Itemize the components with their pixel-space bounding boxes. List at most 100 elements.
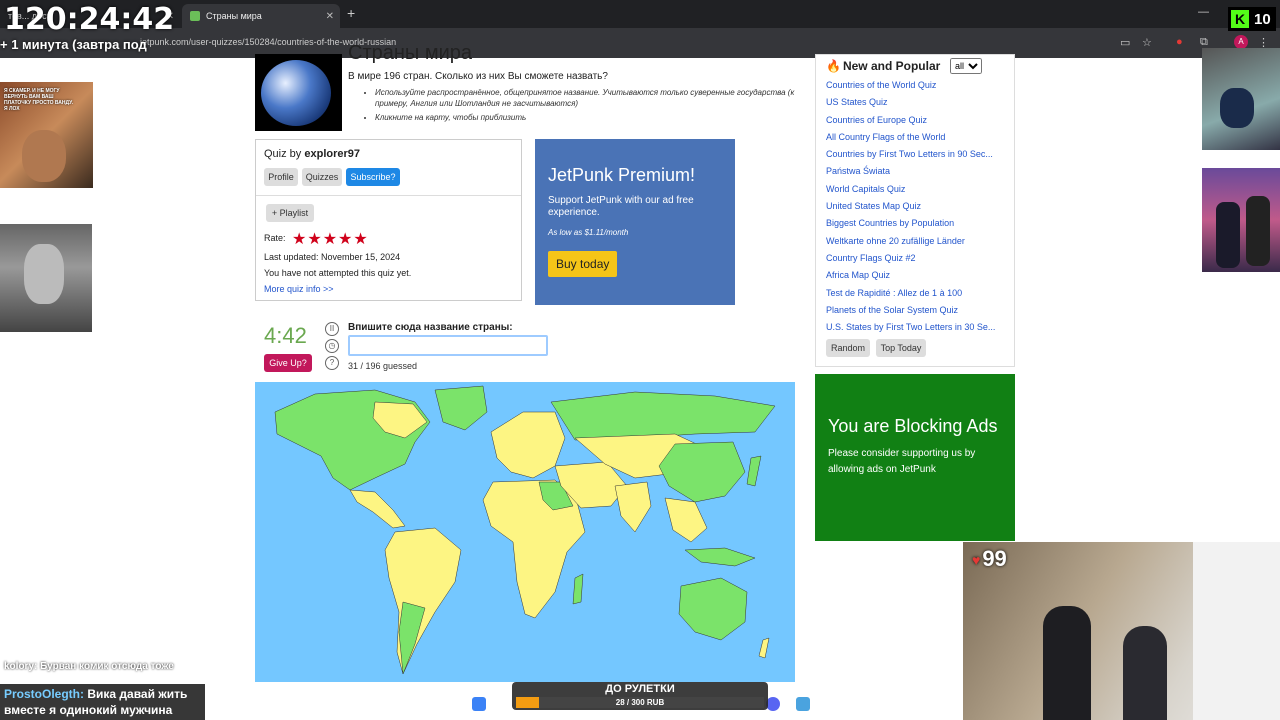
map-region-india[interactable]: [614, 481, 652, 533]
kick-viewer-badge: K 10: [1228, 7, 1276, 31]
tab-bar: тов... дост✕ Страны мира✕ + — ✕: [0, 0, 1280, 28]
person-image: [24, 244, 64, 304]
world-map-svg[interactable]: [255, 382, 795, 682]
page-title: Страны мира: [348, 42, 472, 64]
new-tab-icon[interactable]: +: [347, 5, 355, 21]
donation-goal: ДО РУЛЕТКИ 28 / 300 RUB: [512, 682, 768, 710]
top-today-button[interactable]: Top Today: [876, 339, 926, 357]
list-item[interactable]: Countries by First Two Letters in 90 Sec…: [826, 148, 1008, 165]
add-playlist-button[interactable]: + Playlist: [266, 204, 314, 222]
camera-caption: Я СКАМЕР. И НЕ МОГУ ВЕРНУТЬ ВАМ ВАШ ПЛАТ…: [4, 88, 73, 112]
profile-avatar[interactable]: A: [1234, 35, 1248, 49]
quiz-author: Quiz by explorer97: [264, 148, 360, 160]
map-region-south-america[interactable]: [384, 527, 462, 675]
person-image: [1220, 88, 1254, 128]
goal-title: ДО РУЛЕТКИ: [605, 683, 675, 695]
chat-text: Бурван комик отсюда тоже: [40, 661, 174, 672]
adblock-heading: You are Blocking Ads: [828, 416, 998, 436]
minimize-icon[interactable]: —: [1198, 6, 1209, 18]
clock-icon[interactable]: ◷: [325, 339, 339, 353]
chat-message: kolory: Бурван комик отсюда тоже: [4, 661, 174, 672]
map-region-argentina[interactable]: [398, 601, 426, 675]
list-item[interactable]: US States Quiz: [826, 96, 1008, 113]
quizzes-button[interactable]: Quizzes: [302, 168, 342, 186]
camera-feed-1: Я СКАМЕР. И НЕ МОГУ ВЕРНУТЬ ВАМ ВАШ ПЛАТ…: [0, 82, 93, 188]
earth-image: [255, 54, 342, 131]
list-item[interactable]: Weltkarte ohne 20 zufällige Länder: [826, 235, 1008, 252]
map-region-japan[interactable]: [746, 455, 762, 487]
person-image: [1216, 202, 1240, 268]
list-item[interactable]: Countries of Europe Quiz: [826, 114, 1008, 131]
buy-today-button[interactable]: Buy today: [548, 251, 618, 277]
pause-icon[interactable]: II: [325, 322, 339, 336]
panel-heading-text: New and Popular: [842, 59, 941, 73]
filter-select[interactable]: all: [950, 58, 982, 74]
world-map[interactable]: [255, 382, 795, 682]
like-count: 99: [982, 546, 1007, 571]
goal-amount: 28 / 300 RUB: [615, 698, 665, 707]
quiz-intro: В мире 196 стран. Сколько из них Вы смож…: [348, 71, 608, 82]
subathon-timer: 120:24:42: [4, 2, 175, 37]
premium-price: As low as $1.11/month: [548, 228, 629, 237]
map-region-southeast-asia[interactable]: [664, 497, 708, 543]
adblock-desc: Please consider supporting us by allowin…: [828, 448, 976, 475]
profile-button[interactable]: Profile: [264, 168, 298, 186]
list-item[interactable]: Państwa Świata: [826, 165, 1008, 182]
map-region-europe[interactable]: [490, 411, 566, 479]
map-region-madagascar[interactable]: [572, 573, 584, 605]
viewer-count: 10: [1254, 10, 1271, 28]
windows-start-icon[interactable]: [472, 697, 486, 711]
rating-stars[interactable]: ★★★★★: [292, 229, 369, 249]
reader-mode-icon[interactable]: ▭: [1120, 36, 1130, 49]
list-item[interactable]: Test de Rapidité : Allez de 1 à 100: [826, 287, 1008, 304]
globe-icon: [261, 60, 331, 126]
help-icon[interactable]: ?: [325, 356, 339, 370]
map-region-australia[interactable]: [678, 577, 748, 641]
list-item[interactable]: Africa Map Quiz: [826, 269, 1008, 286]
map-region-east-asia[interactable]: [658, 441, 746, 503]
list-item[interactable]: U.S. States by First Two Letters in 30 S…: [826, 321, 1008, 338]
last-updated: Last updated: November 15, 2024: [264, 252, 401, 262]
extension-icon[interactable]: ●: [1176, 36, 1183, 48]
divider: [256, 195, 521, 196]
discord-icon[interactable]: [766, 697, 780, 711]
panel-heading: 🔥 New and Popular: [826, 59, 940, 73]
chat-highlight: ProstoOlegth: Вика давай жить вместе я о…: [0, 684, 205, 720]
map-region-indonesia[interactable]: [684, 547, 756, 567]
fire-icon: 🔥: [826, 59, 841, 73]
subscribe-button[interactable]: Subscribe?: [346, 168, 400, 186]
tab-active[interactable]: Страны мира ✕: [182, 4, 340, 28]
more-info-link[interactable]: More quiz info >>: [264, 284, 334, 294]
map-region-greenland[interactable]: [434, 385, 488, 431]
answer-prompt: Впишите сюда название страны:: [348, 322, 513, 333]
list-item[interactable]: Countries of the World Quiz: [826, 79, 1008, 96]
give-up-button[interactable]: Give Up?: [264, 354, 312, 372]
list-item[interactable]: Biggest Countries by Population: [826, 217, 1008, 234]
close-icon[interactable]: ✕: [326, 11, 334, 22]
person-image: [1123, 626, 1167, 720]
fridge-image: [1193, 542, 1280, 720]
list-item[interactable]: All Country Flags of the World: [826, 131, 1008, 148]
map-region-new-zealand[interactable]: [758, 637, 770, 659]
camera-feed-3: [1202, 48, 1280, 150]
camera-feed-2: [0, 224, 92, 332]
bookmark-star-icon[interactable]: ☆: [1142, 36, 1152, 49]
address-bar[interactable]: jetpunk.com/user-quizzes/150284/countrie…: [0, 28, 1280, 58]
guessed-count: 31 / 196 guessed: [348, 361, 418, 371]
list-item[interactable]: World Capitals Quiz: [826, 183, 1008, 200]
person-image: [22, 130, 66, 182]
map-region-russia[interactable]: [550, 391, 776, 441]
person-image: [1043, 606, 1091, 720]
kick-logo-icon: K: [1231, 10, 1249, 28]
answer-input[interactable]: [348, 335, 548, 356]
streamer-webcam: [963, 542, 1280, 720]
list-item[interactable]: Planets of the Solar System Quiz: [826, 304, 1008, 321]
map-region-central-america[interactable]: [349, 489, 406, 529]
list-item[interactable]: United States Map Quiz: [826, 200, 1008, 217]
adblock-notice: You are Blocking Ads Please consider sup…: [815, 374, 1015, 541]
instruction-item: Используйте распространённое, общепринят…: [375, 87, 800, 109]
random-button[interactable]: Random: [826, 339, 870, 357]
list-item[interactable]: Country Flags Quiz #2: [826, 252, 1008, 269]
author-name[interactable]: explorer97: [304, 148, 360, 160]
notepad-icon[interactable]: [796, 697, 810, 711]
